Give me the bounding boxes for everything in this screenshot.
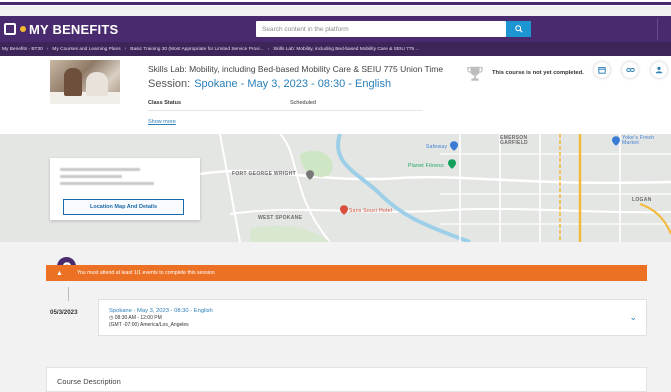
map-label: WEST SPOKANE: [258, 215, 303, 221]
course-thumbnail: [50, 60, 120, 104]
logo-text: MY BENEFITS: [29, 21, 119, 37]
attendance-warning-banner: ▲ You must attend at least 1/1 events to…: [46, 265, 647, 281]
event-timezone: (GMT -07:00) America/Los_Angeles: [109, 322, 189, 328]
thumbnail-person-shape: [64, 68, 82, 96]
thumbnail-bed-shape: [50, 92, 120, 104]
address-line-obscured: [60, 168, 140, 171]
event-date: 05/3/2023: [50, 309, 78, 316]
warning-text: You must attend at least 1/1 events to c…: [76, 270, 215, 276]
link-icon: [625, 68, 635, 72]
logo[interactable]: MY BENEFITS: [4, 22, 118, 37]
course-description-title: Course Description: [57, 377, 121, 386]
event-time: ◷ 08:30 AM - 12:00 PM: [109, 315, 162, 321]
map-poi-label: Yoke's Fresh Market: [622, 135, 655, 146]
calendar-icon: [598, 67, 606, 74]
user-profile-button[interactable]: [651, 62, 667, 78]
home-icon: [4, 23, 16, 35]
map-label: FORT GEORGE WRIGHT: [232, 171, 297, 177]
chevron-down-icon[interactable]: ⌄: [629, 312, 637, 323]
breadcrumb-separator-icon: ›: [124, 46, 127, 52]
map-marker-icon: [340, 205, 348, 215]
class-status-row: Class Status Scheduled: [148, 100, 423, 111]
map-poi-label: Sans Souci Hotel: [349, 208, 393, 214]
class-status-label: Class Status: [148, 100, 182, 106]
course-description-section: Course Description: [46, 367, 647, 392]
map-marker-icon: [306, 170, 314, 180]
location-map-details-button[interactable]: Location Map And Details: [63, 199, 184, 215]
map-label: EMERSON GARFIELD: [500, 135, 528, 146]
top-strip-bar: [0, 2, 671, 5]
share-link-button[interactable]: [622, 62, 638, 78]
address-line-obscured: [60, 175, 122, 178]
location-map[interactable]: FORT GEORGE WRIGHT WEST SPOKANE EMERSON …: [0, 134, 671, 242]
address-line-obscured: [60, 182, 154, 185]
breadcrumb-item[interactable]: Basic Training 30 (Most Appropriate for …: [130, 47, 263, 52]
map-poi-label: Planet Fitness: [408, 163, 444, 169]
breadcrumb-separator-icon: ›: [46, 46, 49, 52]
search-icon: [514, 25, 523, 33]
map-marker-icon: [450, 141, 458, 151]
breadcrumb-separator-icon: ›: [267, 46, 270, 52]
app-header: MY BENEFITS: [0, 16, 671, 42]
warning-icon: ▲: [56, 269, 63, 277]
map-marker-icon: [612, 136, 620, 146]
logo-dot-icon: [20, 26, 26, 32]
show-more-link[interactable]: Show more: [148, 119, 176, 125]
map-marker-icon: [448, 159, 456, 169]
session-label: Session:: [148, 78, 191, 90]
class-status-value: Scheduled: [290, 100, 316, 106]
event-title[interactable]: Spokane - May 3, 2023 - 08:30 - English: [109, 308, 213, 314]
course-header-card: Skills Lab: Mobility, including Bed-base…: [0, 56, 671, 134]
course-title: Skills Lab: Mobility, including Bed-base…: [148, 64, 444, 74]
session-line: Session: Spokane - May 3, 2023 - 08:30 - …: [148, 78, 391, 90]
search-input[interactable]: [256, 21, 506, 37]
header-menu-area[interactable]: [657, 18, 671, 40]
breadcrumb-item[interactable]: My Benefits - BT30: [2, 47, 43, 52]
event-card[interactable]: Spokane - May 3, 2023 - 08:30 - English …: [98, 299, 647, 336]
search-button[interactable]: [506, 21, 531, 37]
add-to-calendar-button[interactable]: [594, 62, 610, 78]
session-value: Spokane - May 3, 2023 - 08:30 - English: [194, 78, 392, 90]
trophy-icon: [467, 66, 483, 81]
timeline-connector: [68, 287, 69, 301]
completion-status: This course is not yet completed.: [492, 70, 584, 76]
top-strip: [0, 0, 671, 6]
map-poi-label: Safeway: [426, 144, 448, 150]
thumbnail-person-shape: [86, 72, 108, 96]
map-label: LOGAN: [632, 197, 652, 203]
breadcrumb: My Benefits - BT30 › My Courses and Lear…: [0, 42, 671, 56]
search-bar: [256, 21, 531, 37]
breadcrumb-item-current: Skills Lab: Mobility, including Bed-base…: [273, 46, 420, 52]
event-time-text: 08:30 AM - 12:00 PM: [114, 315, 162, 321]
location-address-card: Location Map And Details: [50, 158, 200, 220]
user-icon: [655, 66, 663, 74]
breadcrumb-item[interactable]: My Courses and Learning Plans: [52, 47, 120, 52]
